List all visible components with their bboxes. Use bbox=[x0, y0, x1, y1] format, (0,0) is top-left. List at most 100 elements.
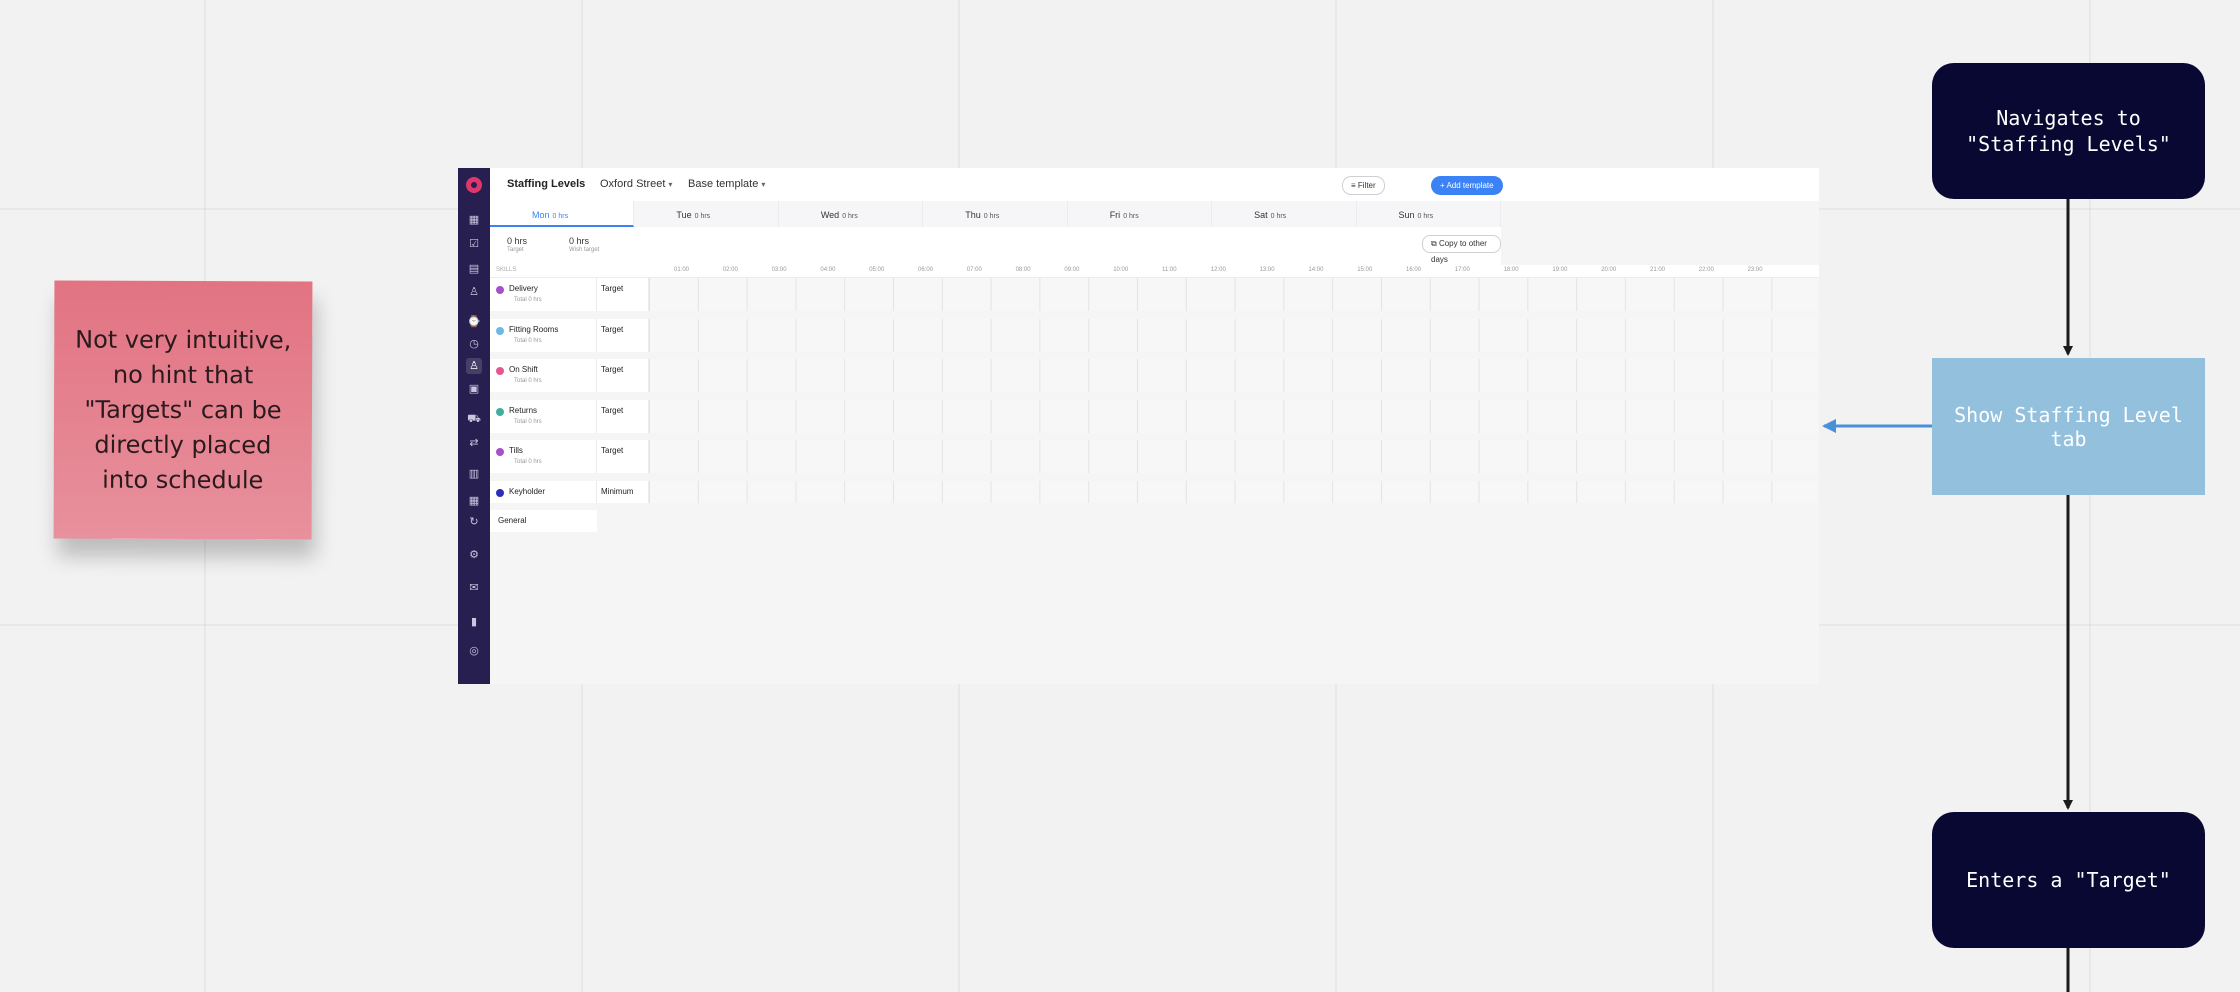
schedule-grid[interactable] bbox=[649, 440, 1819, 474]
copy-icon: ⧉ bbox=[1431, 239, 1439, 248]
swap-icon[interactable]: ⇄ bbox=[466, 435, 482, 451]
tab-sun[interactable]: Sun 0 hrs bbox=[1357, 201, 1501, 227]
location-select[interactable]: Oxford Street ▾ bbox=[600, 178, 672, 190]
account-icon[interactable]: ◎ bbox=[466, 643, 482, 659]
tab-day-hours: 0 hrs bbox=[983, 213, 1000, 220]
wallet-icon[interactable]: ▣ bbox=[466, 381, 482, 397]
general-row: General bbox=[490, 510, 597, 532]
skill-type-cell[interactable]: Target bbox=[597, 399, 649, 433]
cart-icon[interactable]: ⛟ bbox=[466, 411, 482, 427]
skill-total: Total 0 hrs bbox=[514, 418, 542, 425]
skill-name: Keyholder bbox=[509, 487, 546, 496]
skill-name: Tills bbox=[509, 446, 523, 456]
flow-step-navigate[interactable]: Navigates to "Staffing Levels" bbox=[1932, 63, 2205, 199]
flow-step-show-tab[interactable]: Show Staffing Level tab bbox=[1932, 358, 2205, 495]
copy-to-other-days-button[interactable]: ⧉ Copy to other days bbox=[1422, 235, 1501, 264]
skill-type-cell[interactable]: Target bbox=[597, 359, 649, 393]
hour-label: 08:00 bbox=[1015, 267, 1031, 273]
chart-icon[interactable]: ▥ bbox=[466, 466, 482, 482]
watch-icon[interactable]: ⌚ bbox=[466, 314, 482, 330]
tab-day-name: Sun bbox=[1398, 210, 1415, 220]
tab-day-name: Fri bbox=[1109, 210, 1121, 220]
filter-icon: ≡ bbox=[1351, 181, 1358, 190]
hour-label: 07:00 bbox=[966, 267, 982, 273]
staffing-icon[interactable]: ♙ bbox=[466, 358, 482, 374]
hour-label: 21:00 bbox=[1650, 267, 1666, 273]
schedule-grid[interactable] bbox=[649, 278, 1819, 311]
skill-cell[interactable]: Returns Total 0 hrs bbox=[490, 399, 597, 433]
skill-type-cell[interactable]: Minimum bbox=[597, 481, 649, 503]
settings-icon[interactable]: ⚙ bbox=[466, 547, 482, 563]
hour-label: 10:00 bbox=[1113, 267, 1129, 273]
schedule-grid[interactable] bbox=[649, 399, 1819, 433]
skill-color-dot bbox=[496, 326, 504, 335]
tab-wed[interactable]: Wed 0 hrs bbox=[779, 201, 924, 227]
tab-sat[interactable]: Sat 0 hrs bbox=[1212, 201, 1357, 227]
schedule-grid[interactable] bbox=[649, 481, 1819, 503]
calendar-icon[interactable]: ▦ bbox=[466, 493, 482, 509]
summary-target-value: 0 hrs bbox=[507, 236, 528, 246]
table-row: Tills Total 0 hrs Target bbox=[490, 440, 1819, 474]
schedule-icon[interactable]: ☑ bbox=[466, 236, 482, 252]
skill-cell[interactable]: On Shift Total 0 hrs bbox=[490, 359, 597, 393]
skill-color-dot bbox=[496, 489, 504, 497]
location-label: Oxford Street bbox=[600, 178, 666, 190]
summary-wish-target-label: Wish target bbox=[569, 247, 600, 253]
skill-cell[interactable]: Tills Total 0 hrs bbox=[490, 440, 597, 474]
table-row: Returns Total 0 hrs Target bbox=[490, 399, 1819, 433]
tab-day-hours: 0 hrs bbox=[1123, 213, 1139, 220]
hour-label: 19:00 bbox=[1552, 267, 1568, 273]
flow-step-enter-target[interactable]: Enters a "Target" bbox=[1932, 812, 2205, 948]
hour-label: 23:00 bbox=[1747, 267, 1763, 273]
summary-target-label: Target bbox=[507, 247, 524, 253]
tab-mon[interactable]: Mon 0 hrs bbox=[490, 201, 635, 227]
skill-cell[interactable]: Fitting Rooms Total 0 hrs bbox=[490, 318, 597, 352]
book-icon[interactable]: ▮ bbox=[466, 614, 482, 630]
skill-type-cell[interactable]: Target bbox=[597, 278, 649, 311]
table-row: Delivery Total 0 hrs Target bbox=[490, 278, 1819, 311]
tab-fri[interactable]: Fri 0 hrs bbox=[1068, 201, 1213, 227]
tab-day-hours: 0 hrs bbox=[552, 213, 569, 220]
flow-step-show-tab-label: Show Staffing Level tab bbox=[1954, 402, 2183, 451]
skill-type-cell[interactable]: Target bbox=[597, 440, 649, 474]
tab-tue[interactable]: Tue 0 hrs bbox=[634, 201, 779, 227]
filter-button[interactable]: ≡ Filter bbox=[1342, 176, 1385, 195]
sticky-note[interactable]: Not very intuitive, no hint that "Target… bbox=[53, 280, 313, 540]
tab-day-name: Tue bbox=[676, 210, 692, 220]
schedule-grid[interactable] bbox=[649, 359, 1819, 393]
skill-name: Fitting Rooms bbox=[509, 324, 559, 334]
clock-icon[interactable]: ◷ bbox=[466, 336, 482, 352]
skill-name: Returns bbox=[509, 405, 538, 415]
summary-wish-target-value: 0 hrs bbox=[569, 236, 590, 246]
tab-day-name: Thu bbox=[965, 210, 981, 220]
dashboard-icon[interactable]: ▦ bbox=[466, 212, 482, 228]
hour-label: 05:00 bbox=[869, 267, 885, 273]
copy-label: Copy to other days bbox=[1431, 239, 1487, 264]
clipboard-icon[interactable]: ▤ bbox=[466, 261, 482, 277]
hour-label: 03:00 bbox=[771, 267, 787, 273]
add-template-button[interactable]: + Add template bbox=[1431, 176, 1503, 195]
hour-label: 17:00 bbox=[1454, 267, 1470, 273]
skills-header: SKILLS bbox=[496, 267, 517, 273]
person-icon[interactable]: ♙ bbox=[466, 284, 482, 300]
skill-color-dot bbox=[496, 407, 504, 416]
skill-color-dot bbox=[496, 367, 504, 376]
hour-label: 01:00 bbox=[674, 267, 690, 273]
skill-cell[interactable]: Delivery Total 0 hrs bbox=[490, 278, 597, 311]
page-title: Staffing Levels bbox=[507, 178, 586, 190]
table-row: Keyholder Minimum bbox=[490, 481, 1819, 503]
skill-type-cell[interactable]: Target bbox=[597, 318, 649, 352]
schedule-grid[interactable] bbox=[649, 318, 1819, 352]
hour-label: 04:00 bbox=[820, 267, 836, 273]
hour-label: 16:00 bbox=[1406, 267, 1422, 273]
sync-icon[interactable]: ↻ bbox=[466, 514, 482, 530]
staffing-levels-screenshot: ▦ ☑ ▤ ♙ ⌚ ◷ ♙ ▣ ⛟ ⇄ ▥ ▦ ↻ ⚙ ✉ ▮ ◎ Staffing Levels Oxford… bbox=[458, 168, 1819, 684]
template-select[interactable]: Base template ▾ bbox=[688, 178, 765, 190]
day-tabs: Mon 0 hrs Tue 0 hrs Wed 0 hrs Thu 0 hrs Fri 0 hrs… bbox=[490, 201, 1501, 228]
skill-type: Target bbox=[601, 405, 624, 415]
mail-icon[interactable]: ✉ bbox=[466, 580, 482, 596]
skill-total: Total 0 hrs bbox=[514, 378, 542, 385]
skill-cell[interactable]: Keyholder bbox=[490, 481, 597, 503]
skill-color-dot bbox=[496, 448, 504, 457]
tab-thu[interactable]: Thu 0 hrs bbox=[923, 201, 1068, 227]
